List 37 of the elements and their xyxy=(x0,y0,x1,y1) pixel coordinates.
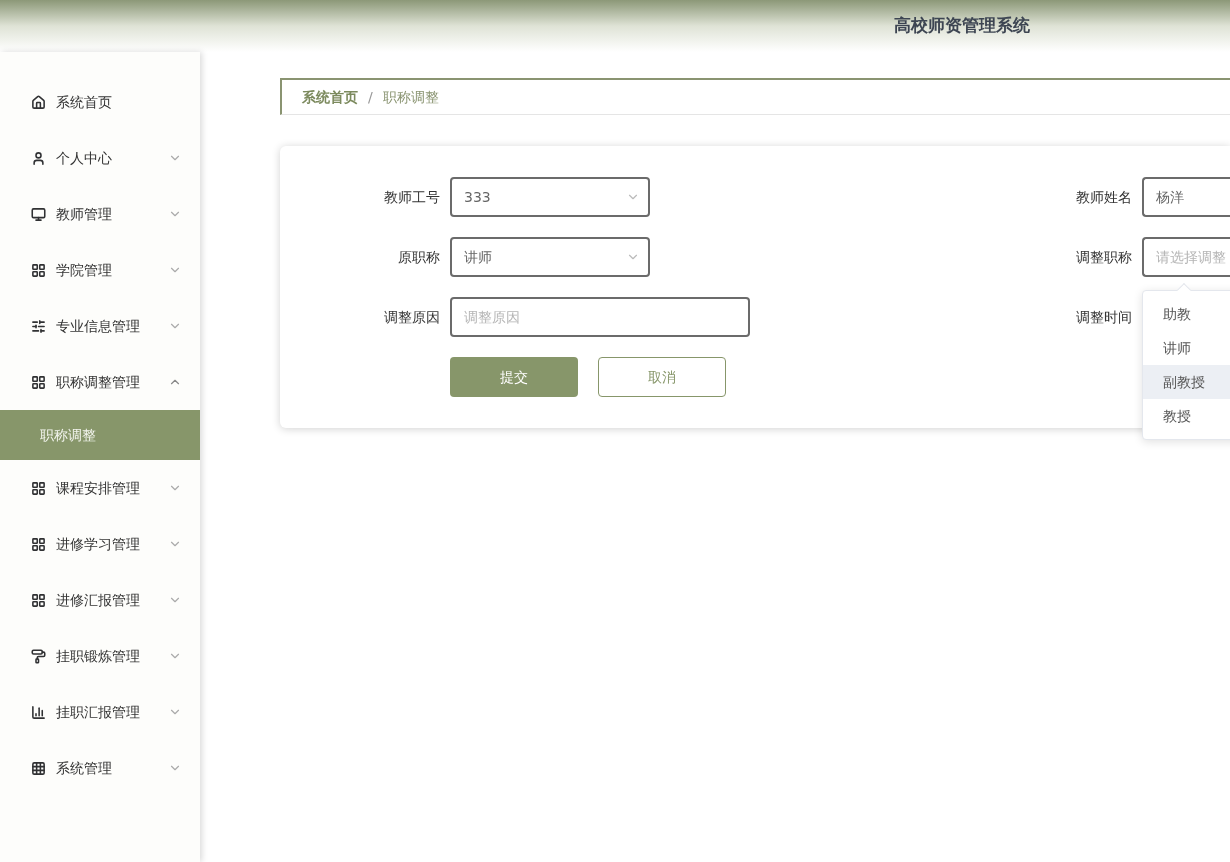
paint-roller-icon xyxy=(31,648,46,664)
dropdown-option[interactable]: 副教授 xyxy=(1143,365,1230,399)
sidebar-item[interactable]: 教师管理 xyxy=(0,186,200,242)
grid-icon xyxy=(31,480,46,496)
bar-chart-icon xyxy=(31,704,46,720)
sidebar-item[interactable]: 进修学习管理 xyxy=(0,516,200,572)
app-title: 高校师资管理系统 xyxy=(894,14,1030,38)
sidebar-item[interactable]: 课程安排管理 xyxy=(0,460,200,516)
sidebar-item[interactable]: 学院管理 xyxy=(0,242,200,298)
field-label: 教师姓名 xyxy=(1075,188,1133,207)
grid-icon xyxy=(31,592,46,608)
sidebar-item[interactable]: 进修汇报管理 xyxy=(0,572,200,628)
grid-icon xyxy=(31,760,46,776)
grid-icon xyxy=(31,374,46,390)
sidebar-item[interactable]: 系统首页 xyxy=(0,74,200,130)
user-icon xyxy=(31,150,46,166)
sidebar-item[interactable]: 挂职汇报管理 xyxy=(0,684,200,740)
field-label: 原职称 xyxy=(397,248,441,267)
sidebar-item[interactable]: 挂职锻炼管理 xyxy=(0,628,200,684)
monitor-icon xyxy=(31,206,46,222)
select-field[interactable]: 333 xyxy=(450,177,650,217)
field-label: 教师工号 xyxy=(383,188,441,207)
sidebar-item[interactable]: 个人中心 xyxy=(0,130,200,186)
home-icon xyxy=(31,94,46,110)
sidebar-item[interactable]: 系统管理 xyxy=(0,740,200,796)
sliders-icon xyxy=(31,318,46,334)
breadcrumb-separator: / xyxy=(368,88,373,107)
grid-icon xyxy=(31,262,46,278)
sidebar-item[interactable]: 专业信息管理 xyxy=(0,298,200,354)
sidebar-item[interactable]: 职称调整管理 xyxy=(0,354,200,410)
field-label: 调整原因 xyxy=(383,308,441,327)
input-field[interactable]: 杨洋 xyxy=(1142,177,1230,217)
grid-icon xyxy=(31,536,46,552)
field-label: 调整职称 xyxy=(1075,248,1133,267)
breadcrumb-link[interactable]: 系统首页 xyxy=(302,87,358,107)
field-label: 调整时间 xyxy=(1075,308,1133,327)
select-field[interactable]: 讲师 xyxy=(450,237,650,277)
